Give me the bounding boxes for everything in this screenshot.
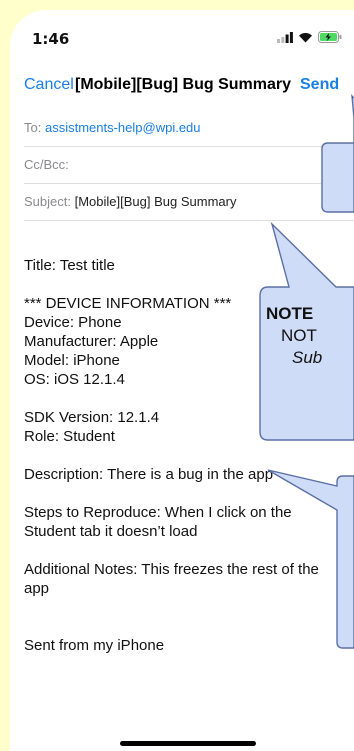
callout-note-heading: NOTE [266, 304, 314, 323]
callout-note-line2: NOT [281, 326, 317, 345]
callout-top [321, 94, 354, 213]
callout-overlays [259, 94, 354, 649]
callout-note-line3: Sub [292, 348, 323, 367]
callout-bottom [267, 469, 354, 649]
